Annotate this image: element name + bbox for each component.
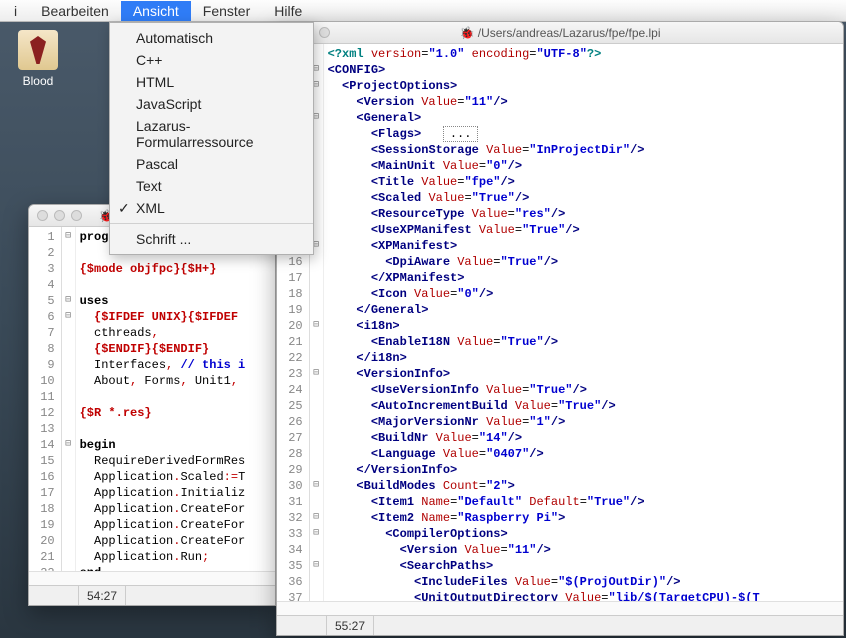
fold-gutter[interactable]: ⊟ ⊟ ⊟ ⊟ (62, 227, 76, 571)
menu-item-bearbeiten[interactable]: Bearbeiten (29, 1, 121, 21)
menu-separator (110, 223, 313, 224)
window-controls[interactable] (37, 210, 82, 221)
syntax-option-automatisch[interactable]: Automatisch (110, 27, 313, 49)
menubar: iBearbeitenAnsichtFensterHilfe (0, 0, 846, 22)
close-icon[interactable] (37, 210, 48, 221)
syntax-option-html[interactable]: HTML (110, 71, 313, 93)
menu-item-hilfe[interactable]: Hilfe (262, 1, 314, 21)
menu-item-fenster[interactable]: Fenster (191, 1, 262, 21)
desktop-icon-blood[interactable]: Blood (8, 30, 68, 88)
zoom-icon[interactable] (319, 27, 330, 38)
scrollbar-horizontal[interactable] (277, 601, 843, 615)
menu-item-font[interactable]: Schrift ... (110, 228, 313, 250)
statusbar: 54:27 (29, 585, 275, 605)
statusbar: 55:27 (277, 615, 843, 635)
scrollbar-horizontal[interactable] (29, 571, 275, 585)
minimize-icon[interactable] (54, 210, 65, 221)
editor-window-xml[interactable]: 🐞 /Users/andreas/Lazarus/fpe/fpe.lpi 3 4… (276, 21, 844, 636)
syntax-option-lazarus-formularressource[interactable]: Lazarus-Formularressource (110, 115, 313, 153)
editor-body[interactable]: 1 2 3 4 5 6 7 8 9 10 11 12 13 14 15 16 1… (29, 227, 275, 571)
code-area[interactable]: program fpe; {$mode objfpc}{$H+} uses {$… (76, 227, 275, 571)
window-title: 🐞 /Users/andreas/Lazarus/fpe/fpe.lpi (459, 26, 660, 40)
line-gutter: 1 2 3 4 5 6 7 8 9 10 11 12 13 14 15 16 1… (29, 227, 62, 571)
desktop-icon-label: Blood (8, 74, 68, 88)
syntax-option-xml[interactable]: XML (110, 197, 313, 219)
code-area[interactable]: <?xml version="1.0" encoding="UTF-8"?> <… (324, 44, 843, 601)
menu-item-ansicht[interactable]: Ansicht (121, 1, 191, 21)
editor-body[interactable]: 3 4 5 6 7 8 9 10 11 12 13 14 15 16 17 18… (277, 44, 843, 601)
syntax-option-pascal[interactable]: Pascal (110, 153, 313, 175)
editor-window-pascal[interactable]: 🐞 /Users/andreas/f 1 2 3 4 5 6 7 8 9 10 … (28, 204, 276, 606)
app-icon (18, 30, 58, 70)
titlebar[interactable]: 🐞 /Users/andreas/Lazarus/fpe/fpe.lpi (277, 22, 843, 44)
syntax-option-text[interactable]: Text (110, 175, 313, 197)
cursor-position: 54:27 (79, 586, 126, 605)
view-menu-dropdown: AutomatischC++HTMLJavaScriptLazarus-Form… (109, 22, 314, 255)
cursor-position: 55:27 (327, 616, 374, 635)
menu-item-i[interactable]: i (2, 1, 29, 21)
syntax-option-c-[interactable]: C++ (110, 49, 313, 71)
zoom-icon[interactable] (71, 210, 82, 221)
syntax-option-javascript[interactable]: JavaScript (110, 93, 313, 115)
